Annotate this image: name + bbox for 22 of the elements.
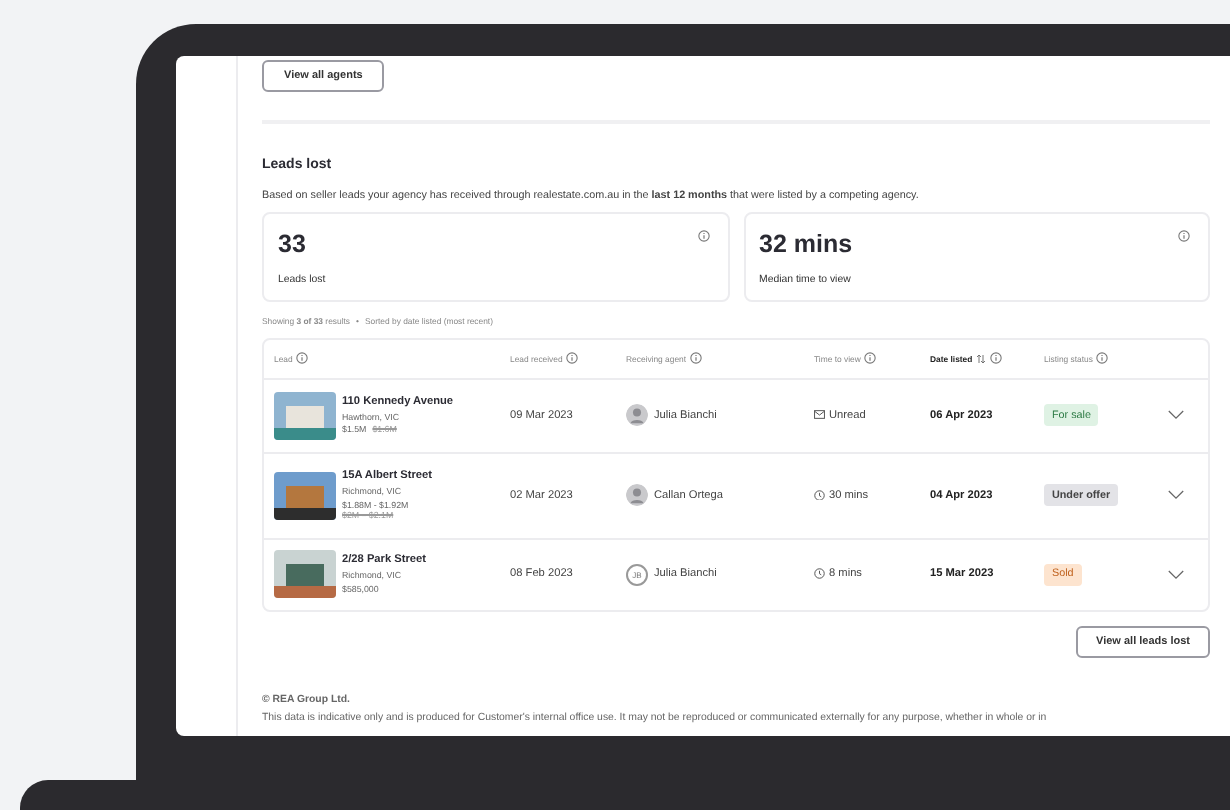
info-icon[interactable] <box>1178 229 1190 241</box>
stat-value: 33 <box>278 229 306 257</box>
stat-value: 32 mins <box>759 229 853 257</box>
info-icon[interactable] <box>1096 352 1109 364</box>
info-icon[interactable] <box>990 352 1003 364</box>
info-icon[interactable] <box>690 352 703 364</box>
clock-icon <box>814 568 825 580</box>
envelope-icon <box>814 410 825 420</box>
chevron-down-icon[interactable] <box>1168 490 1184 500</box>
info-icon[interactable] <box>864 352 877 364</box>
avatar-icon <box>626 404 648 426</box>
photo-placeholder <box>274 391 336 439</box>
avatar-icon <box>626 484 648 506</box>
info-icon[interactable] <box>697 229 709 241</box>
photo-placeholder <box>274 471 336 519</box>
info-icon[interactable] <box>296 352 309 364</box>
photo-placeholder <box>274 550 336 598</box>
sort-icon[interactable] <box>976 353 987 363</box>
clock-icon <box>814 489 825 501</box>
chevron-down-icon[interactable] <box>1168 569 1184 579</box>
info-icon[interactable] <box>566 352 579 364</box>
chevron-down-icon[interactable] <box>1168 410 1184 420</box>
